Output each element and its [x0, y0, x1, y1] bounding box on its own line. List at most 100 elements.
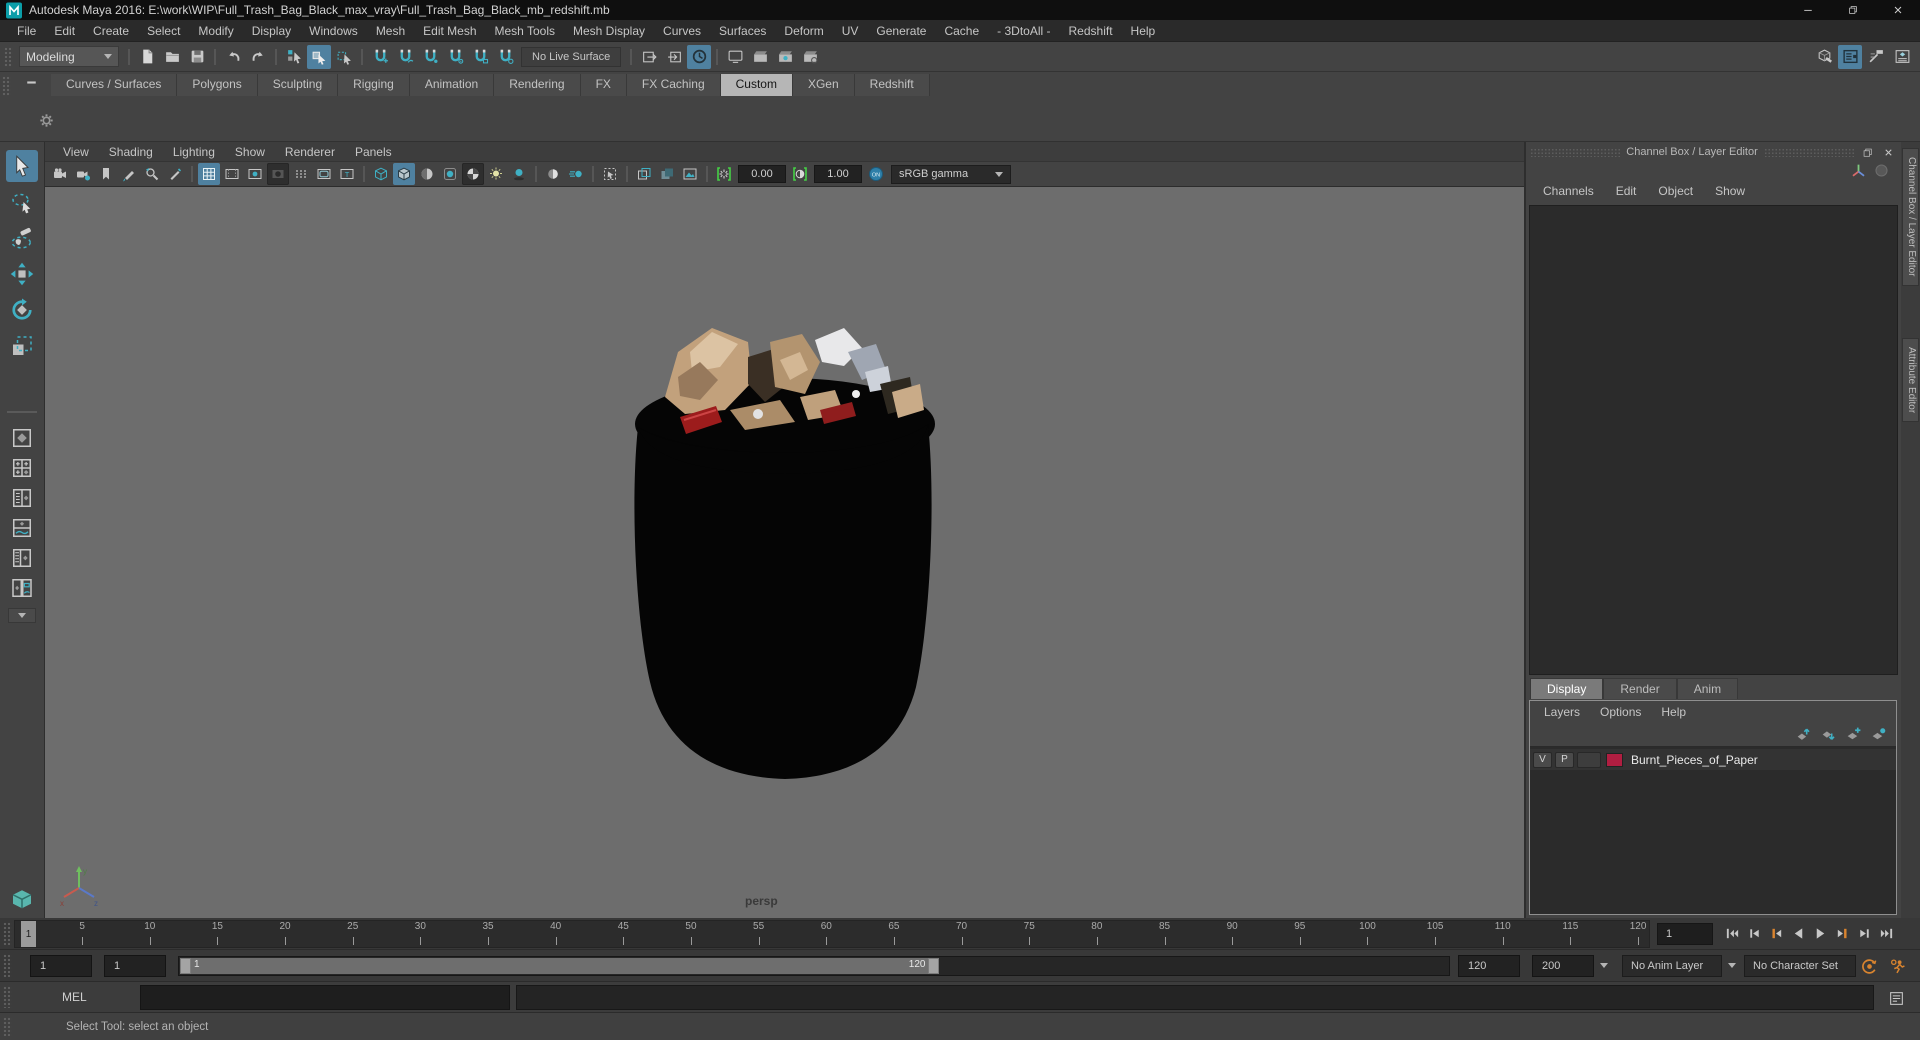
drag-handle[interactable]	[1763, 147, 1854, 157]
anim-layer-dropdown[interactable]: No Anim Layer	[1622, 955, 1722, 977]
drag-handle[interactable]	[3, 954, 12, 977]
make-live-icon[interactable]	[493, 45, 517, 69]
snapshot-icon[interactable]	[164, 163, 186, 185]
manip-axis-icon[interactable]	[1849, 161, 1867, 179]
panel-menu-item[interactable]: View	[53, 145, 99, 159]
safe-action-icon[interactable]	[313, 163, 335, 185]
select-component-icon[interactable]	[332, 45, 356, 69]
smooth-shade-icon[interactable]	[393, 163, 415, 185]
menu-item[interactable]: Modify	[189, 24, 242, 38]
overlap-planes-icon[interactable]	[633, 163, 655, 185]
layer-display-type-box[interactable]	[1577, 751, 1601, 768]
film-gate-icon[interactable]	[221, 163, 243, 185]
snap-view-plane-icon[interactable]	[468, 45, 492, 69]
menu-item[interactable]: Mesh Display	[564, 24, 654, 38]
shelf-tab[interactable]: XGen	[792, 74, 855, 96]
range-start-handle[interactable]	[180, 958, 191, 974]
step-back-icon[interactable]	[1744, 922, 1765, 945]
select-icon[interactable]	[6, 150, 38, 182]
menu-item[interactable]: Edit Mesh	[414, 24, 485, 38]
construction-history-icon[interactable]	[687, 44, 712, 69]
contrast-icon[interactable]	[789, 163, 811, 185]
menu-set-dropdown[interactable]: Modeling	[19, 46, 119, 67]
play-backwards-icon[interactable]	[1788, 922, 1809, 945]
redo-icon[interactable]	[246, 45, 270, 69]
output-connections-icon[interactable]	[662, 45, 686, 69]
save-scene-icon[interactable]	[185, 45, 209, 69]
move-layer-down-icon[interactable]	[1818, 724, 1838, 744]
tool-settings-icon[interactable]	[1864, 45, 1888, 69]
minimize-button[interactable]	[1785, 0, 1830, 20]
script-editor-icon[interactable]	[1884, 986, 1908, 1010]
move-icon[interactable]	[6, 258, 38, 290]
menu-item[interactable]: Surfaces	[710, 24, 775, 38]
screen-space-ao-icon[interactable]	[542, 163, 564, 185]
layer-editor-tab[interactable]: Anim	[1676, 678, 1739, 699]
sidebar-tab-channel-box[interactable]: Channel Box / Layer Editor	[1902, 148, 1919, 286]
next-key-icon[interactable]	[1832, 922, 1853, 945]
menu-item[interactable]: Help	[1122, 24, 1165, 38]
create-empty-layer-icon[interactable]	[1843, 724, 1863, 744]
layout-four-icon[interactable]	[7, 454, 37, 481]
layer-editor-menu-item[interactable]: Options	[1590, 705, 1651, 719]
layer-editor-menu-item[interactable]: Help	[1651, 705, 1696, 719]
undo-icon[interactable]	[221, 45, 245, 69]
layout-two-vertical-icon[interactable]	[7, 484, 37, 511]
animation-preferences-icon[interactable]	[1886, 955, 1908, 977]
layout-two-horizontal-icon[interactable]	[7, 514, 37, 541]
menu-item[interactable]: Cache	[935, 24, 988, 38]
layer-editor-tab[interactable]: Display	[1530, 678, 1604, 699]
contrast-field[interactable]: 1.00	[814, 165, 862, 183]
sidebar-tab-attribute-editor[interactable]: Attribute Editor	[1902, 338, 1919, 423]
range-slider-track[interactable]: 1 120	[178, 956, 1450, 976]
shelf-tab[interactable]: FX Caching	[626, 74, 721, 96]
pan-zoom-icon[interactable]	[141, 163, 163, 185]
shadows-icon[interactable]	[508, 163, 530, 185]
modeling-toolkit-icon[interactable]	[1812, 45, 1836, 69]
stacked-planes-icon[interactable]	[656, 163, 678, 185]
gear-icon[interactable]	[34, 108, 58, 132]
open-scene-icon[interactable]	[160, 45, 184, 69]
motion-blur-icon[interactable]	[565, 163, 587, 185]
drag-handle[interactable]	[3, 1017, 12, 1036]
layer-editor-tab[interactable]: Render	[1603, 678, 1677, 699]
layer-editor-menu-item[interactable]: Layers	[1534, 705, 1590, 719]
command-input-field[interactable]	[140, 985, 510, 1010]
select-object-icon[interactable]	[307, 44, 331, 69]
shelf-menu-icon[interactable]	[19, 70, 43, 94]
bookmark-icon[interactable]	[95, 163, 117, 185]
input-connections-icon[interactable]	[637, 45, 661, 69]
command-result-field[interactable]	[516, 985, 1874, 1010]
drag-handle[interactable]	[3, 922, 12, 945]
current-time-field[interactable]: 1	[1657, 923, 1713, 945]
grid-icon[interactable]	[198, 163, 220, 185]
menu-item[interactable]: Deform	[775, 24, 832, 38]
menu-item[interactable]: Redshift	[1060, 24, 1122, 38]
layout-single-icon[interactable]	[7, 424, 37, 451]
channel-box-menu-item[interactable]: Channels	[1532, 184, 1605, 198]
lasso-icon[interactable]	[6, 186, 38, 218]
snap-curve-icon[interactable]	[393, 45, 417, 69]
playback-speed-caret-icon[interactable]	[1600, 963, 1608, 968]
command-language-toggle[interactable]: MEL	[62, 990, 87, 1004]
channel-box-menu-item[interactable]: Object	[1647, 184, 1704, 198]
new-scene-icon[interactable]	[135, 45, 159, 69]
auto-keyframe-icon[interactable]	[1858, 955, 1880, 977]
shelf-tab[interactable]: Rigging	[338, 74, 410, 96]
layout-dropdown[interactable]	[8, 608, 36, 623]
menu-item[interactable]: - 3DtoAll -	[988, 24, 1059, 38]
camera-attributes-icon[interactable]	[72, 163, 94, 185]
camera-icon[interactable]	[49, 163, 71, 185]
time-slider-track[interactable]: 1 5 10 15 20 25 30 35 40 45 50 55 60 65 70 75 80 85 90 95 1…	[14, 920, 1650, 948]
select-hierarchy-icon[interactable]	[282, 45, 306, 69]
animation-start-field[interactable]: 1	[30, 955, 92, 977]
live-surface-button[interactable]: No Live Surface	[521, 46, 622, 67]
menu-item[interactable]: Generate	[867, 24, 935, 38]
create-layer-from-selection-icon[interactable]	[1868, 724, 1888, 744]
exposure-icon[interactable]	[713, 163, 735, 185]
attribute-editor-icon[interactable]	[1838, 44, 1862, 69]
grease-pencil-icon[interactable]	[118, 163, 140, 185]
menu-item[interactable]: File	[8, 24, 45, 38]
scale-icon[interactable]	[6, 330, 38, 362]
menu-item[interactable]: Create	[84, 24, 138, 38]
